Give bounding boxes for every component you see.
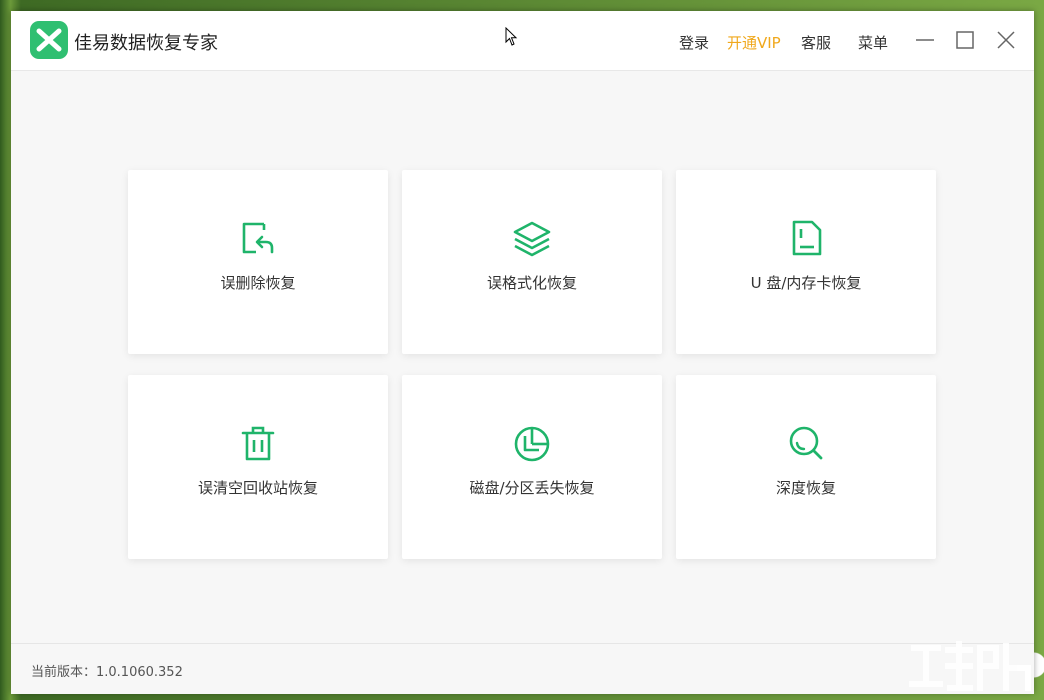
login-link[interactable]: 登录 <box>679 32 709 53</box>
close-button[interactable] <box>994 28 1018 52</box>
pie-chart-icon <box>514 426 550 462</box>
site-watermark-logo <box>909 641 1031 691</box>
usb-card-recovery-card[interactable]: U 盘/内存卡恢复 <box>676 170 936 354</box>
card-label: 误删除恢复 <box>220 274 296 292</box>
magnifier-icon <box>789 426 823 460</box>
card-label: 深度恢复 <box>775 479 836 497</box>
title-bar: 佳易数据恢复专家 登录 开通VIP 客服 菜单 <box>11 11 1034 71</box>
deep-recovery-card[interactable]: 深度恢复 <box>676 375 936 559</box>
sd-card-icon <box>792 220 822 256</box>
minimize-icon <box>916 39 934 41</box>
app-title: 佳易数据恢复专家 <box>74 33 218 54</box>
card-label: U 盘/内存卡恢复 <box>750 274 862 292</box>
layers-icon <box>513 221 551 257</box>
maximize-icon <box>956 31 974 49</box>
recycle-bin-recovery-card[interactable]: 误清空回收站恢复 <box>128 375 388 559</box>
card-label: 误格式化恢复 <box>486 274 577 292</box>
status-bar: 当前版本：1.0.1060.352 <box>11 643 1034 694</box>
app-window: 佳易数据恢复专家 登录 开通VIP 客服 菜单 误删除恢复 误格式化恢复 U 盘… <box>11 11 1034 694</box>
card-label: 误清空回收站恢复 <box>197 479 318 497</box>
open-vip-link[interactable]: 开通VIP <box>727 32 781 53</box>
customer-service-link[interactable]: 客服 <box>801 32 831 53</box>
menu-link[interactable]: 菜单 <box>858 32 888 53</box>
file-undo-icon <box>242 222 274 254</box>
partition-recovery-card[interactable]: 磁盘/分区丢失恢复 <box>402 375 662 559</box>
app-logo-icon <box>30 21 68 59</box>
deleted-recovery-card[interactable]: 误删除恢复 <box>128 170 388 354</box>
maximize-button[interactable] <box>953 28 977 52</box>
mouse-cursor-icon <box>505 27 518 46</box>
minimize-button[interactable] <box>913 28 937 52</box>
trash-icon <box>241 426 275 461</box>
close-icon <box>997 31 1015 49</box>
version-text: 当前版本：1.0.1060.352 <box>31 665 183 680</box>
card-label: 磁盘/分区丢失恢复 <box>469 479 595 497</box>
format-recovery-card[interactable]: 误格式化恢复 <box>402 170 662 354</box>
